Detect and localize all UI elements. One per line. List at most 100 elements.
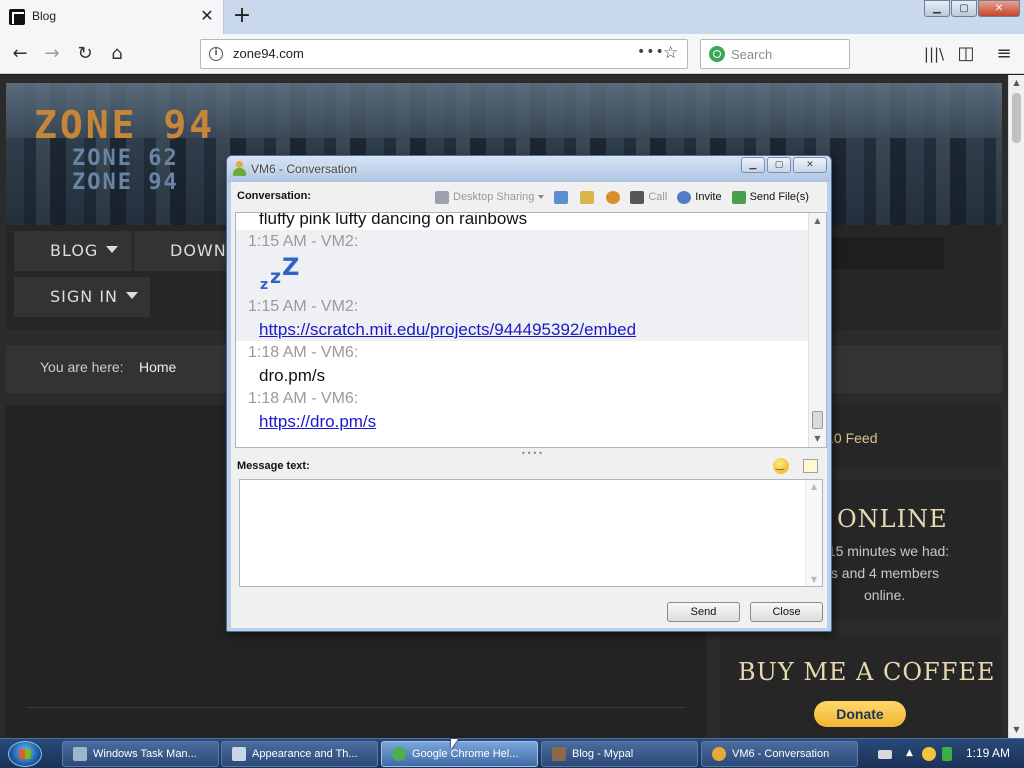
conversation-toolbar: Desktop Sharing Call Invite Send File(s) [435,188,819,206]
home-icon[interactable]: ⌂ [105,42,129,66]
scroll-thumb[interactable] [1012,93,1021,143]
url-text[interactable]: zone94.com [233,46,304,61]
taskbar-item-label: Blog - Mypal [572,748,634,760]
taskbar-item-chrome[interactable]: Google Chrome Hel... [381,741,538,767]
site-logo[interactable]: ZONE 94 [34,103,215,147]
system-tray: ▲ 1:19 AM [862,741,1024,767]
plugin-icon[interactable] [606,190,621,204]
message-header: 1:18 AM - VM6: [248,390,359,407]
sidebar-icon[interactable]: ◫ [954,42,978,66]
search-engine-icon [709,46,725,62]
message-link[interactable]: https://dro.pm/s [248,410,808,433]
history-scrollbar[interactable]: ▲ ▼ [808,213,826,447]
scroll-down-icon[interactable]: ▼ [1009,722,1024,738]
message-scrollbar[interactable]: ▲ ▼ [805,480,822,586]
message-link[interactable]: https://scratch.mit.edu/projects/9444953… [248,318,808,341]
search-input[interactable]: Search [700,39,850,69]
scroll-down-icon[interactable]: ▼ [806,575,822,584]
rss-feed-link[interactable]: .0 Feed [830,430,877,446]
taskbar-item-mypal[interactable]: Blog - Mypal [541,741,698,767]
page-scrollbar[interactable]: ▲ ▼ [1008,75,1024,738]
message-input[interactable]: ▲ ▼ [239,479,823,587]
page-actions-icon[interactable]: ••• [637,44,665,60]
taskbar-item-label: Windows Task Man... [93,748,197,760]
mouse-cursor-icon [451,739,458,749]
site-favicon-icon [9,9,25,25]
keyboard-icon[interactable] [878,750,892,759]
task-manager-icon [73,747,87,761]
network-icon[interactable] [942,747,952,761]
taskbar-item-conversation[interactable]: VM6 - Conversation [701,741,858,767]
handwriting-icon[interactable] [803,459,818,473]
send-files-button[interactable]: Send File(s) [731,190,809,204]
library-icon[interactable]: |||\ [922,42,946,66]
taskbar-item-label: Appearance and Th... [252,748,358,760]
minimize-button[interactable]: ▁ [924,0,950,17]
online-heading: ONLINE [837,505,948,533]
conversation-title: VM6 - Conversation [251,162,358,176]
maximize-button[interactable]: ▢ [767,157,791,173]
monitor-icon [435,190,449,204]
conversation-history[interactable]: fluffy pink lufty dancing on rainbows 1:… [235,212,827,448]
minimize-button[interactable]: ▁ [741,157,765,173]
messenger-icon [712,747,726,761]
taskbar-item-label: Google Chrome Hel... [412,748,519,760]
close-window-button[interactable]: ✕ [978,0,1020,17]
scroll-up-icon[interactable]: ▲ [809,213,826,229]
send-files-label: Send File(s) [749,191,809,203]
menu-search-area[interactable] [830,237,944,269]
donate-button[interactable]: Donate [814,701,906,727]
chevron-up-icon[interactable]: ▲ [906,748,920,762]
scroll-up-icon[interactable]: ▲ [1009,75,1024,91]
bookmark-star-icon[interactable]: ☆ [663,43,678,63]
contact-card-icon[interactable] [554,190,569,204]
scroll-up-icon[interactable]: ▲ [806,482,822,491]
taskbar: Windows Task Man... Appearance and Th...… [0,738,1024,768]
conversation-titlebar[interactable]: VM6 - Conversation ▁ ▢ ✕ [227,156,831,182]
menu-downloads[interactable]: DOWNL [134,231,236,271]
clock[interactable]: 1:19 AM [966,746,1010,760]
file-lock-icon[interactable] [580,190,595,204]
coffee-heading: BUY ME A COFFEE [738,658,996,686]
chevron-down-icon [126,292,139,299]
close-button[interactable]: Close [750,602,823,622]
taskbar-item-label: VM6 - Conversation [732,748,830,760]
browser-tab-bar: Blog ✕ + ▁ ▢ ✕ [0,0,1024,34]
breadcrumb-home-link[interactable]: Home [139,359,176,375]
desktop-sharing-button[interactable]: Desktop Sharing [435,190,545,204]
list-item: fluffy pink lufty dancing on rainbows [236,212,808,230]
list-item: 1:18 AM - VM6: dro.pm/s 1:18 AM - VM6: h… [236,341,808,433]
new-tab-button[interactable]: + [230,3,254,29]
maximize-button[interactable]: ▢ [951,0,977,17]
call-button[interactable]: Call [630,190,667,204]
start-button[interactable] [8,741,42,767]
menu-sign-in[interactable]: SIGN IN [14,277,150,317]
message-text: fluffy pink lufty dancing on rainbows [259,212,528,228]
online-line: sts and 4 members [820,565,940,581]
browser-tab[interactable]: Blog ✕ [0,0,224,34]
pane-splitter-handle[interactable]: •••• [521,450,543,458]
taskbar-item-appearance[interactable]: Appearance and Th... [221,741,378,767]
online-line: online. [864,587,906,603]
scroll-thumb[interactable] [812,411,823,429]
menu-blog[interactable]: BLOG [14,231,132,271]
menu-icon[interactable]: ≡ [992,42,1016,66]
notification-icon[interactable] [922,747,936,761]
taskbar-item-task-manager[interactable]: Windows Task Man... [62,741,219,767]
emoticon-icon[interactable] [773,458,789,474]
reload-icon[interactable]: ↻ [73,42,97,66]
info-icon[interactable]: i [209,47,223,61]
close-tab-icon[interactable]: ✕ [198,6,216,26]
send-button[interactable]: Send [667,602,740,622]
close-button[interactable]: ✕ [793,157,827,173]
mypal-icon [552,747,566,761]
messenger-icon [233,161,246,176]
scroll-down-icon[interactable]: ▼ [809,431,826,447]
control-panel-icon [232,747,246,761]
forward-arrow-icon[interactable]: → [40,42,64,66]
address-bar[interactable]: i zone94.com ••• ☆ [200,39,688,69]
zzz-sticker: z z Z [248,253,808,295]
search-placeholder: Search [731,47,773,62]
invite-button[interactable]: Invite [677,190,722,204]
back-arrow-icon[interactable]: ← [8,42,32,66]
